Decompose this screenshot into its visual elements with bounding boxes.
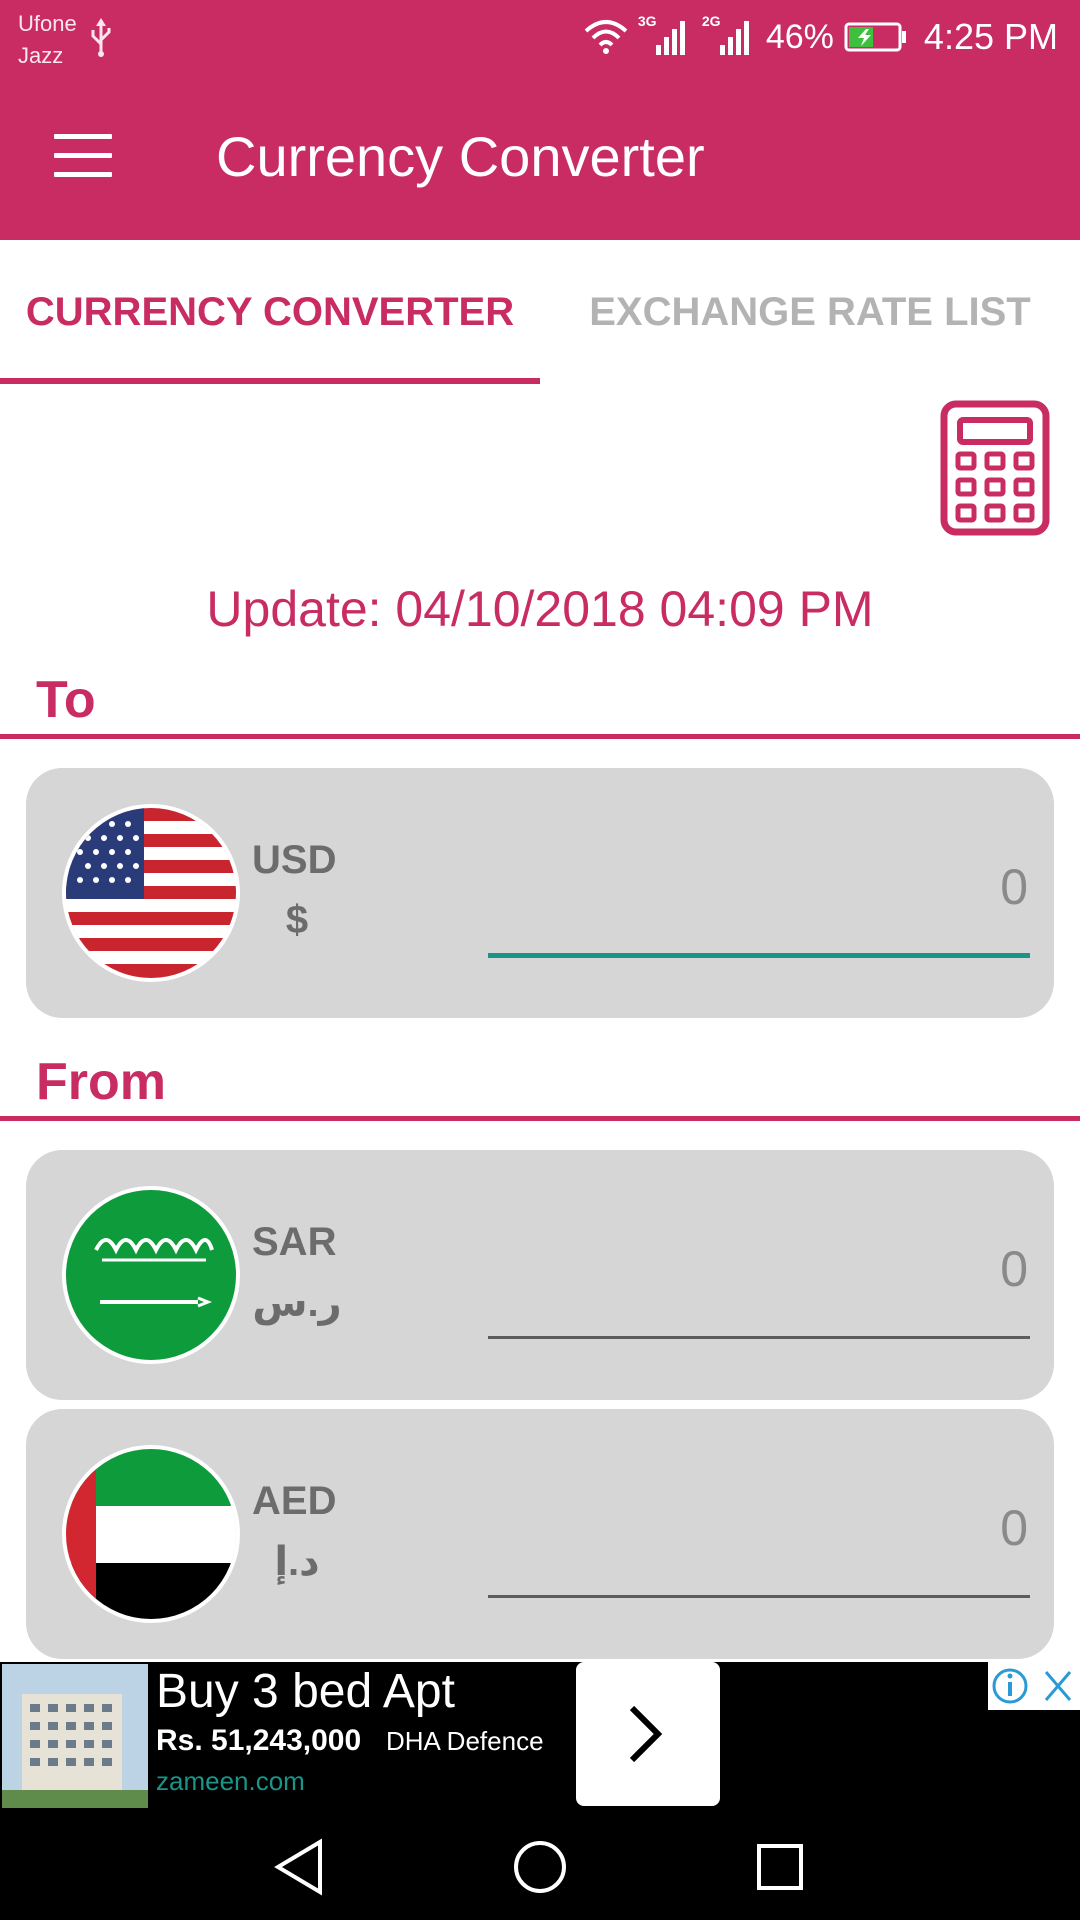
wifi-icon: [584, 20, 628, 54]
ad-banner[interactable]: Buy 3 bed Apt Rs. 51,243,000 DHA Defence…: [0, 1662, 1080, 1808]
currency-symbol: د.إ: [274, 1540, 320, 1584]
recents-icon[interactable]: [745, 1832, 815, 1902]
currency-symbol: ر.س: [252, 1281, 342, 1325]
carrier-names: Ufone Jazz: [18, 8, 77, 72]
saudi-flag-icon[interactable]: [62, 1186, 240, 1364]
tab-bar: CURRENCY CONVERTER EXCHANGE RATE LIST: [0, 240, 1080, 384]
page-title: Currency Converter: [216, 125, 705, 188]
tab-currency-converter[interactable]: CURRENCY CONVERTER: [0, 240, 540, 384]
amount-input-aed[interactable]: 0: [488, 1499, 1028, 1569]
carrier-2: Jazz: [18, 43, 64, 68]
currency-card-aed: AED د.إ 0: [26, 1409, 1054, 1659]
from-divider: [0, 1116, 1080, 1121]
tab-indicator: [0, 378, 540, 384]
menu-icon[interactable]: [54, 134, 112, 178]
ad-close-icon[interactable]: [1044, 1671, 1072, 1701]
ad-price: Rs. 51,243,000: [156, 1724, 362, 1757]
usa-flag-icon[interactable]: [62, 804, 240, 982]
carrier-1: Ufone: [18, 11, 77, 36]
ad-domain: zameen.com: [156, 1766, 305, 1796]
uae-flag-icon[interactable]: [62, 1445, 240, 1623]
currency-code: SAR: [252, 1220, 337, 1264]
signal-3g-icon: 3G: [638, 13, 692, 57]
currency-code: USD: [252, 838, 337, 882]
amount-underline: [488, 1336, 1030, 1339]
clock: 4:25 PM: [923, 16, 1058, 57]
update-timestamp: Update: 04/10/2018 04:09 PM: [206, 581, 874, 637]
ad-location: DHA Defence: [386, 1726, 544, 1756]
ad-building-image: [2, 1664, 148, 1808]
status-icons: 3G 2G 46% 4:25 PM: [584, 12, 1058, 62]
battery-icon: [844, 22, 906, 52]
currency-code: AED: [252, 1479, 337, 1523]
home-icon[interactable]: [505, 1832, 575, 1902]
system-nav-bar: [0, 1808, 1080, 1920]
ad-open-button[interactable]: [576, 1662, 720, 1806]
to-divider: [0, 734, 1080, 739]
ad-info-icon[interactable]: [992, 1668, 1028, 1704]
tab-exchange-rate-list[interactable]: EXCHANGE RATE LIST: [540, 240, 1080, 384]
back-icon[interactable]: [264, 1832, 334, 1902]
status-bar: Ufone Jazz 3G 2G 46% 4:25 PM: [0, 0, 1080, 76]
from-label: From: [36, 1053, 166, 1111]
battery-percent: 46%: [765, 17, 834, 56]
signal-2g-icon: 2G: [702, 13, 756, 57]
calculator-icon[interactable]: [940, 400, 1050, 536]
app-bar: Currency Converter: [0, 76, 1080, 240]
to-label: To: [36, 671, 96, 729]
currency-symbol: $: [285, 898, 309, 942]
chevron-right-icon: [629, 1705, 663, 1763]
usb-icon: [91, 18, 111, 57]
currency-card-sar: SAR ر.س 0: [26, 1150, 1054, 1400]
amount-input-usd[interactable]: 0: [488, 858, 1028, 928]
amount-underline: [488, 1595, 1030, 1598]
currency-card-usd: USD $ 0: [26, 768, 1054, 1018]
amount-input-sar[interactable]: 0: [488, 1240, 1028, 1310]
ad-title: Buy 3 bed Apt: [156, 1665, 455, 1718]
ad-choices[interactable]: [988, 1662, 1080, 1710]
amount-underline: [488, 953, 1030, 958]
